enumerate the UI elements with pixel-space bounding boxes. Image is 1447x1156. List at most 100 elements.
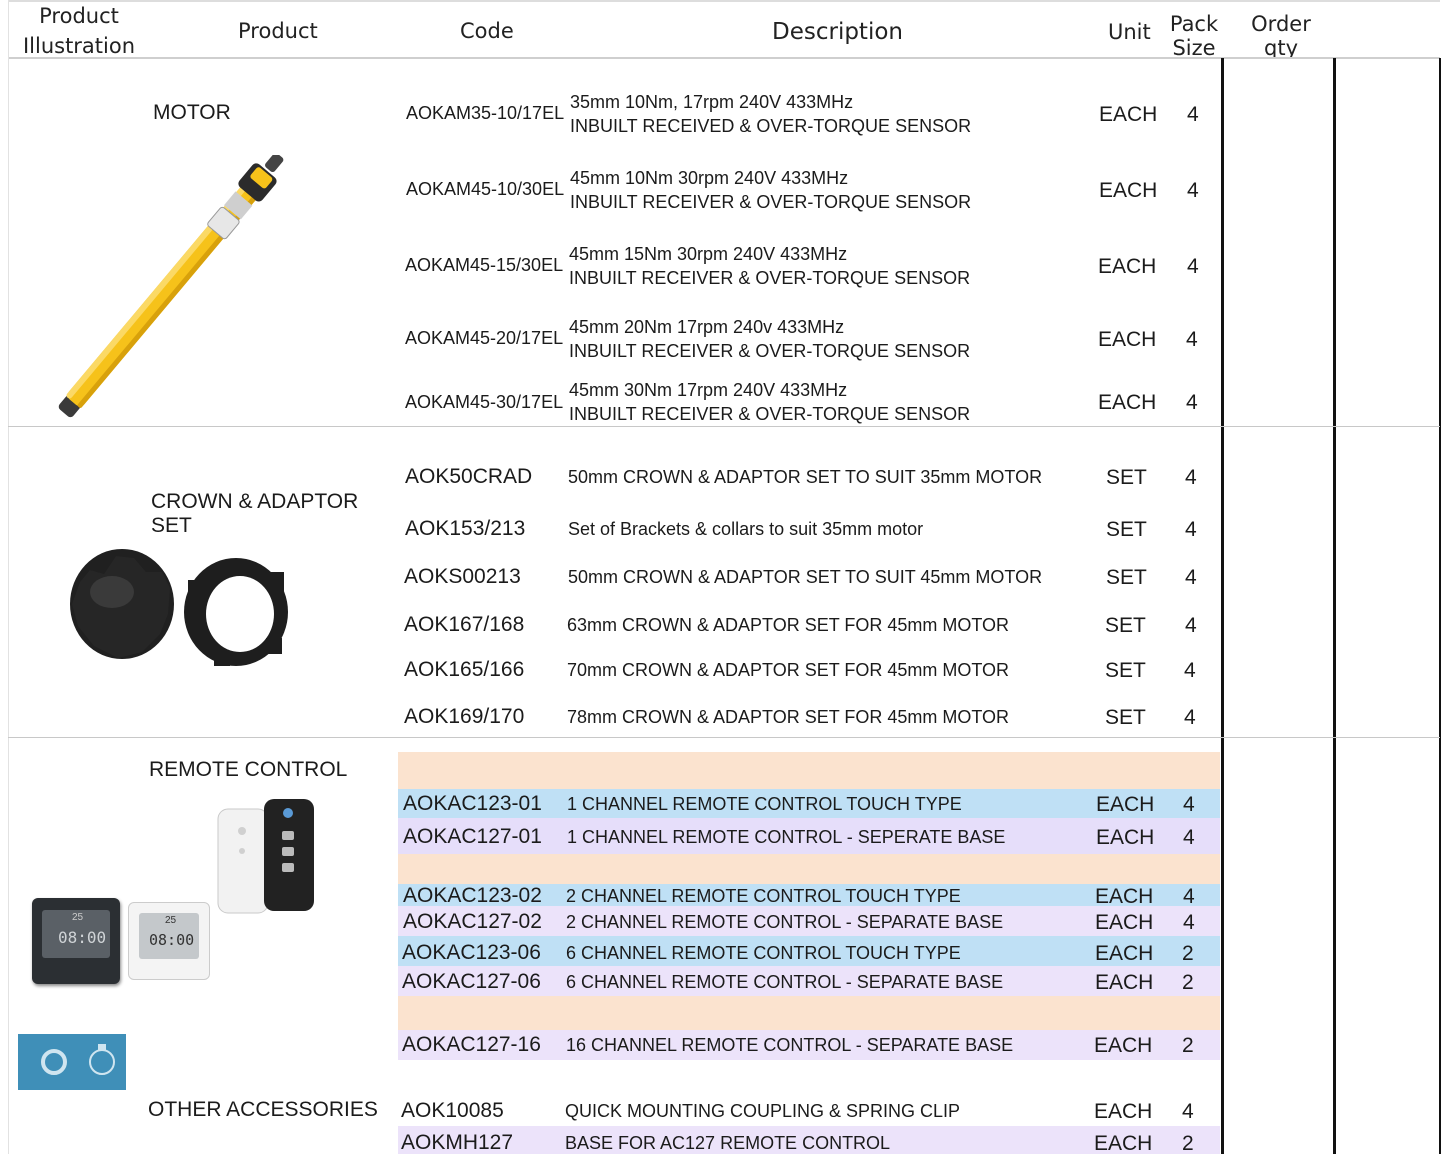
table-row-pack: 2 — [1182, 971, 1194, 994]
table-row-unit: EACH — [1098, 328, 1157, 351]
timer-readout: 08:00 — [58, 928, 107, 947]
table-row-unit: SET — [1106, 518, 1147, 541]
table-row-description: 45mm 15Nm 30rpm 240V 433MHz INBUILT RECEI… — [569, 244, 971, 288]
table-row-description: 50mm CROWN & ADAPTOR SET TO SUIT 45mm MO… — [568, 567, 1043, 587]
section-title-crown-adaptor: CROWN & ADAPTOR SET — [151, 490, 359, 537]
table-row-unit: EACH — [1095, 911, 1154, 934]
table-row-code: AOK50CRAD — [405, 465, 533, 488]
table-row-pack: 4 — [1187, 103, 1199, 126]
table-row-code: AOKAM45-30/17EL — [405, 392, 564, 412]
table-row-code: AOKAC127-01 — [403, 825, 542, 848]
table-row-unit: EACH — [1094, 1100, 1153, 1123]
table-row-unit: EACH — [1099, 103, 1158, 126]
table-row-description: 45mm 20Nm 17rpm 240v 433MHz INBUILT RECEI… — [569, 317, 971, 361]
remote-control-image — [217, 799, 314, 914]
table-row-code: AOKAM45-20/17EL — [405, 328, 564, 348]
table-row-unit: EACH — [1094, 1034, 1153, 1057]
table-row-description: 45mm 30Nm 17rpm 240V 433MHz INBUILT RECEI… — [569, 380, 971, 424]
table-row-pack: 4 — [1185, 566, 1197, 589]
table-row-pack: 4 — [1185, 518, 1197, 541]
table-row-code: AOKAM35-10/17EL — [406, 103, 565, 123]
table-row-pack: 4 — [1183, 911, 1195, 934]
header-description: Description — [772, 19, 903, 45]
table-row-pack: 4 — [1185, 614, 1197, 637]
timer-controller-dark: 25 08:00 — [32, 898, 120, 984]
table-row-code: AOK153/213 — [405, 517, 526, 540]
column-border-pack — [1221, 58, 1224, 1154]
header-pack-size: Pack Size — [1169, 12, 1219, 61]
table-row-description: 35mm 10Nm, 17rpm 240V 433MHz INBUILT RECE… — [570, 92, 972, 136]
table-row-description: QUICK MOUNTING COUPLING & SPRING CLIP — [565, 1101, 961, 1121]
table-row-unit: EACH — [1096, 793, 1155, 816]
table-row-description: 1 CHANNEL REMOTE CONTROL TOUCH TYPE — [567, 794, 962, 814]
table-row-unit: EACH — [1096, 826, 1155, 849]
table-row-unit: SET — [1105, 614, 1146, 637]
table-row-description: Set of Brackets & collars to suit 35mm m… — [568, 519, 924, 539]
table-row-unit: EACH — [1098, 391, 1157, 414]
table-row-pack: 4 — [1186, 391, 1198, 414]
table-row-pack: 2 — [1182, 942, 1194, 965]
section-title-motor: MOTOR — [153, 101, 231, 124]
table-row-code: AOKAC123-01 — [403, 792, 542, 815]
column-border-right — [1439, 58, 1441, 1154]
table-row-unit: EACH — [1094, 1132, 1153, 1155]
table-row-unit: EACH — [1095, 942, 1154, 965]
table-row-code: AOKAC127-02 — [403, 910, 542, 933]
table-row-unit: EACH — [1095, 885, 1154, 908]
table-row-pack: 4 — [1183, 826, 1195, 849]
table-row-description: BASE FOR AC127 REMOTE CONTROL — [565, 1133, 891, 1153]
table-row-code: AOKAC123-06 — [402, 941, 541, 964]
crown-adaptor-image — [70, 549, 288, 666]
table-row-unit: SET — [1105, 706, 1146, 729]
table-row-code: AOKAM45-10/30EL — [406, 179, 565, 199]
table-row-description: 45mm 10Nm 30rpm 240V 433MHz INBUILT RECEI… — [570, 168, 972, 212]
table-row-code: AOKAC123-02 — [403, 884, 542, 907]
table-row-unit: EACH — [1098, 255, 1157, 278]
table-row-pack: 2 — [1182, 1034, 1194, 1057]
table-row-unit: SET — [1105, 659, 1146, 682]
table-row-pack: 4 — [1184, 706, 1196, 729]
table-row-pack: 4 — [1185, 466, 1197, 489]
table-row-code: AOK10085 — [401, 1099, 504, 1122]
table-row-unit: EACH — [1099, 179, 1158, 202]
table-row-unit: EACH — [1095, 971, 1154, 994]
table-row-description: 70mm CROWN & ADAPTOR SET FOR 45mm MOTOR — [567, 660, 1010, 680]
header-order-qty: Order qty — [1251, 12, 1311, 58]
table-row-code: AOKAM45-15/30EL — [405, 255, 564, 275]
table-row-code: AOKMH127 — [401, 1131, 514, 1154]
header-unit: Unit — [1108, 20, 1151, 44]
section-title-remote-control: REMOTE CONTROL — [149, 758, 348, 781]
table-row-pack: 4 — [1182, 1100, 1194, 1123]
table-row-pack: 4 — [1183, 885, 1195, 908]
table-row-pack: 4 — [1187, 179, 1199, 202]
table-header: Product Illustration Product Code Descrip… — [0, 0, 1447, 61]
table-row-unit: SET — [1106, 466, 1147, 489]
table-row-pack: 4 — [1187, 255, 1199, 278]
timer-controller-light: 25 08:00 — [128, 902, 210, 980]
table-row-code: AOKAC127-16 — [402, 1033, 541, 1056]
table-row-description: 50mm CROWN & ADAPTOR SET TO SUIT 35mm MO… — [568, 467, 1043, 487]
table-row-pack: 4 — [1184, 659, 1196, 682]
table-row-code: AOK165/166 — [404, 658, 525, 681]
table-row-description: 2 CHANNEL REMOTE CONTROL - SEPARATE BASE — [566, 912, 1004, 932]
spring-clip-image — [18, 1034, 126, 1090]
timer-small-readout: 25 — [165, 915, 177, 926]
table-row-description: 78mm CROWN & ADAPTOR SET FOR 45mm MOTOR — [567, 707, 1010, 727]
table-row-description: 16 CHANNEL REMOTE CONTROL - SEPARATE BAS… — [566, 1035, 1014, 1055]
table-row-description: 1 CHANNEL REMOTE CONTROL - SEPERATE BASE — [567, 827, 1006, 847]
table-row-code: AOK167/168 — [404, 613, 525, 636]
table-row-pack: 4 — [1186, 328, 1198, 351]
table-row-code: AOKS00213 — [404, 565, 521, 588]
table-row-description: 6 CHANNEL REMOTE CONTROL - SEPARATE BASE — [566, 972, 1004, 992]
table-row-description: 63mm CROWN & ADAPTOR SET FOR 45mm MOTOR — [567, 615, 1010, 635]
table-row-pack: 2 — [1182, 1132, 1194, 1155]
table-row-description: 2 CHANNEL REMOTE CONTROL TOUCH TYPE — [566, 886, 961, 906]
table-row-description: 6 CHANNEL REMOTE CONTROL TOUCH TYPE — [566, 943, 961, 963]
header-product: Product — [238, 19, 318, 43]
table-row-pack: 4 — [1183, 793, 1195, 816]
table-row-code: AOKAC127-06 — [402, 970, 541, 993]
tubular-motor-image — [58, 155, 284, 418]
header-illustration: Product Illustration — [22, 4, 136, 59]
header-code: Code — [460, 19, 514, 43]
table-row-unit: SET — [1106, 566, 1147, 589]
